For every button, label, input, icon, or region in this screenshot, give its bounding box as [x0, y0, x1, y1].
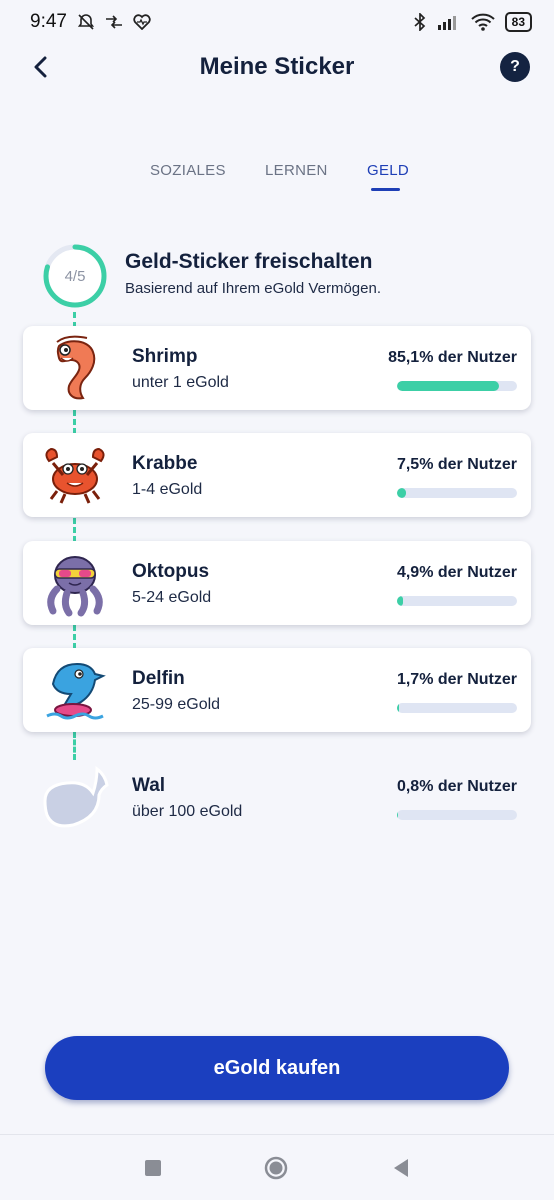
battery-indicator: 83	[504, 12, 532, 32]
bell-muted-icon	[77, 14, 95, 30]
sticker-card-oktopus[interactable]: Oktopus 5-24 eGold 4,9% der Nutzer	[23, 541, 531, 625]
status-time: 9:47	[30, 11, 67, 32]
sticker-percent: 4,9% der Nutzer	[396, 564, 517, 581]
sticker-progress-fill	[397, 810, 399, 820]
sticker-name: Oktopus	[132, 561, 210, 582]
home-icon[interactable]	[263, 1155, 289, 1181]
sticker-progress-bar	[397, 488, 517, 498]
sticker-percent: 0,8% der Nutzer	[396, 778, 517, 795]
sticker-name: Shrimp	[132, 346, 198, 367]
sticker-range: unter 1 eGold	[132, 374, 229, 391]
status-bar: 9:47 83	[0, 0, 554, 44]
sticker-name: Krabbe	[132, 453, 198, 474]
timeline-connector	[73, 518, 76, 542]
sticker-progress-bar	[397, 381, 517, 391]
tab-lernen[interactable]: LERNEN	[265, 162, 328, 179]
sticker-percent: 85,1% der Nutzer	[388, 349, 517, 366]
status-right: 83	[413, 12, 532, 32]
timeline-connector	[73, 625, 76, 649]
sticker-progress-bar	[397, 703, 517, 713]
sticker-range: 25-99 eGold	[132, 696, 221, 713]
progress-title: Geld-Sticker freischalten	[125, 250, 373, 273]
timeline-connector	[73, 410, 76, 434]
help-icon: ?	[510, 58, 520, 75]
wifi-icon	[470, 13, 495, 31]
recent-apps-icon[interactable]	[140, 1155, 166, 1181]
heart-pulse-icon	[133, 14, 151, 30]
sticker-card-wal[interactable]: Wal über 100 eGold 0,8% der Nutzer	[23, 755, 531, 839]
whale-icon	[43, 765, 109, 828]
sticker-name: Delfin	[132, 668, 185, 689]
help-button[interactable]: ?	[500, 52, 530, 82]
sticker-progress-fill	[397, 381, 500, 391]
sticker-range: über 100 eGold	[132, 803, 243, 820]
sticker-progress-bar	[397, 810, 517, 820]
progress-subtitle: Basierend auf Ihrem eGold Vermögen.	[125, 280, 381, 297]
header: Meine Sticker ?	[0, 44, 554, 94]
buy-egold-button[interactable]: eGold kaufen	[45, 1036, 509, 1100]
sticker-range: 1-4 eGold	[132, 481, 203, 498]
sticker-card-shrimp[interactable]: Shrimp unter 1 eGold 85,1% der Nutzer	[23, 326, 531, 410]
unlock-progress: 4/5 Geld-Sticker freischalten Basierend …	[40, 240, 520, 320]
sticker-percent: 1,7% der Nutzer	[396, 671, 517, 688]
dolphin-icon	[46, 662, 106, 720]
system-nav-bar	[0, 1134, 554, 1200]
sticker-progress-bar	[397, 596, 517, 606]
sticker-card-delfin[interactable]: Delfin 25-99 eGold 1,7% der Nutzer	[23, 648, 531, 732]
active-tab-indicator	[371, 188, 400, 191]
back-nav-icon[interactable]	[388, 1155, 414, 1181]
status-left: 9:47	[30, 11, 151, 33]
crab-icon	[45, 447, 105, 504]
shrimp-icon	[56, 335, 96, 400]
signal-icon	[437, 16, 456, 30]
data-transfer-icon	[105, 15, 122, 29]
tab-soziales[interactable]: SOZIALES	[150, 162, 226, 179]
sticker-range: 5-24 eGold	[132, 589, 212, 606]
sticker-progress-fill	[397, 703, 400, 713]
page-title: Meine Sticker	[199, 53, 355, 80]
sticker-name: Wal	[132, 775, 166, 796]
bluetooth-icon	[414, 13, 425, 31]
octopus-icon	[47, 556, 103, 617]
progress-count: 4/5	[64, 267, 86, 285]
sticker-percent: 7,5% der Nutzer	[396, 456, 517, 473]
sticker-progress-fill	[397, 596, 403, 606]
sticker-card-krabbe[interactable]: Krabbe 1-4 eGold 7,5% der Nutzer	[23, 433, 531, 517]
tab-bar: SOZIALES LERNEN GELD	[0, 158, 554, 198]
sticker-progress-fill	[397, 488, 406, 498]
tab-geld[interactable]: GELD	[367, 162, 409, 179]
